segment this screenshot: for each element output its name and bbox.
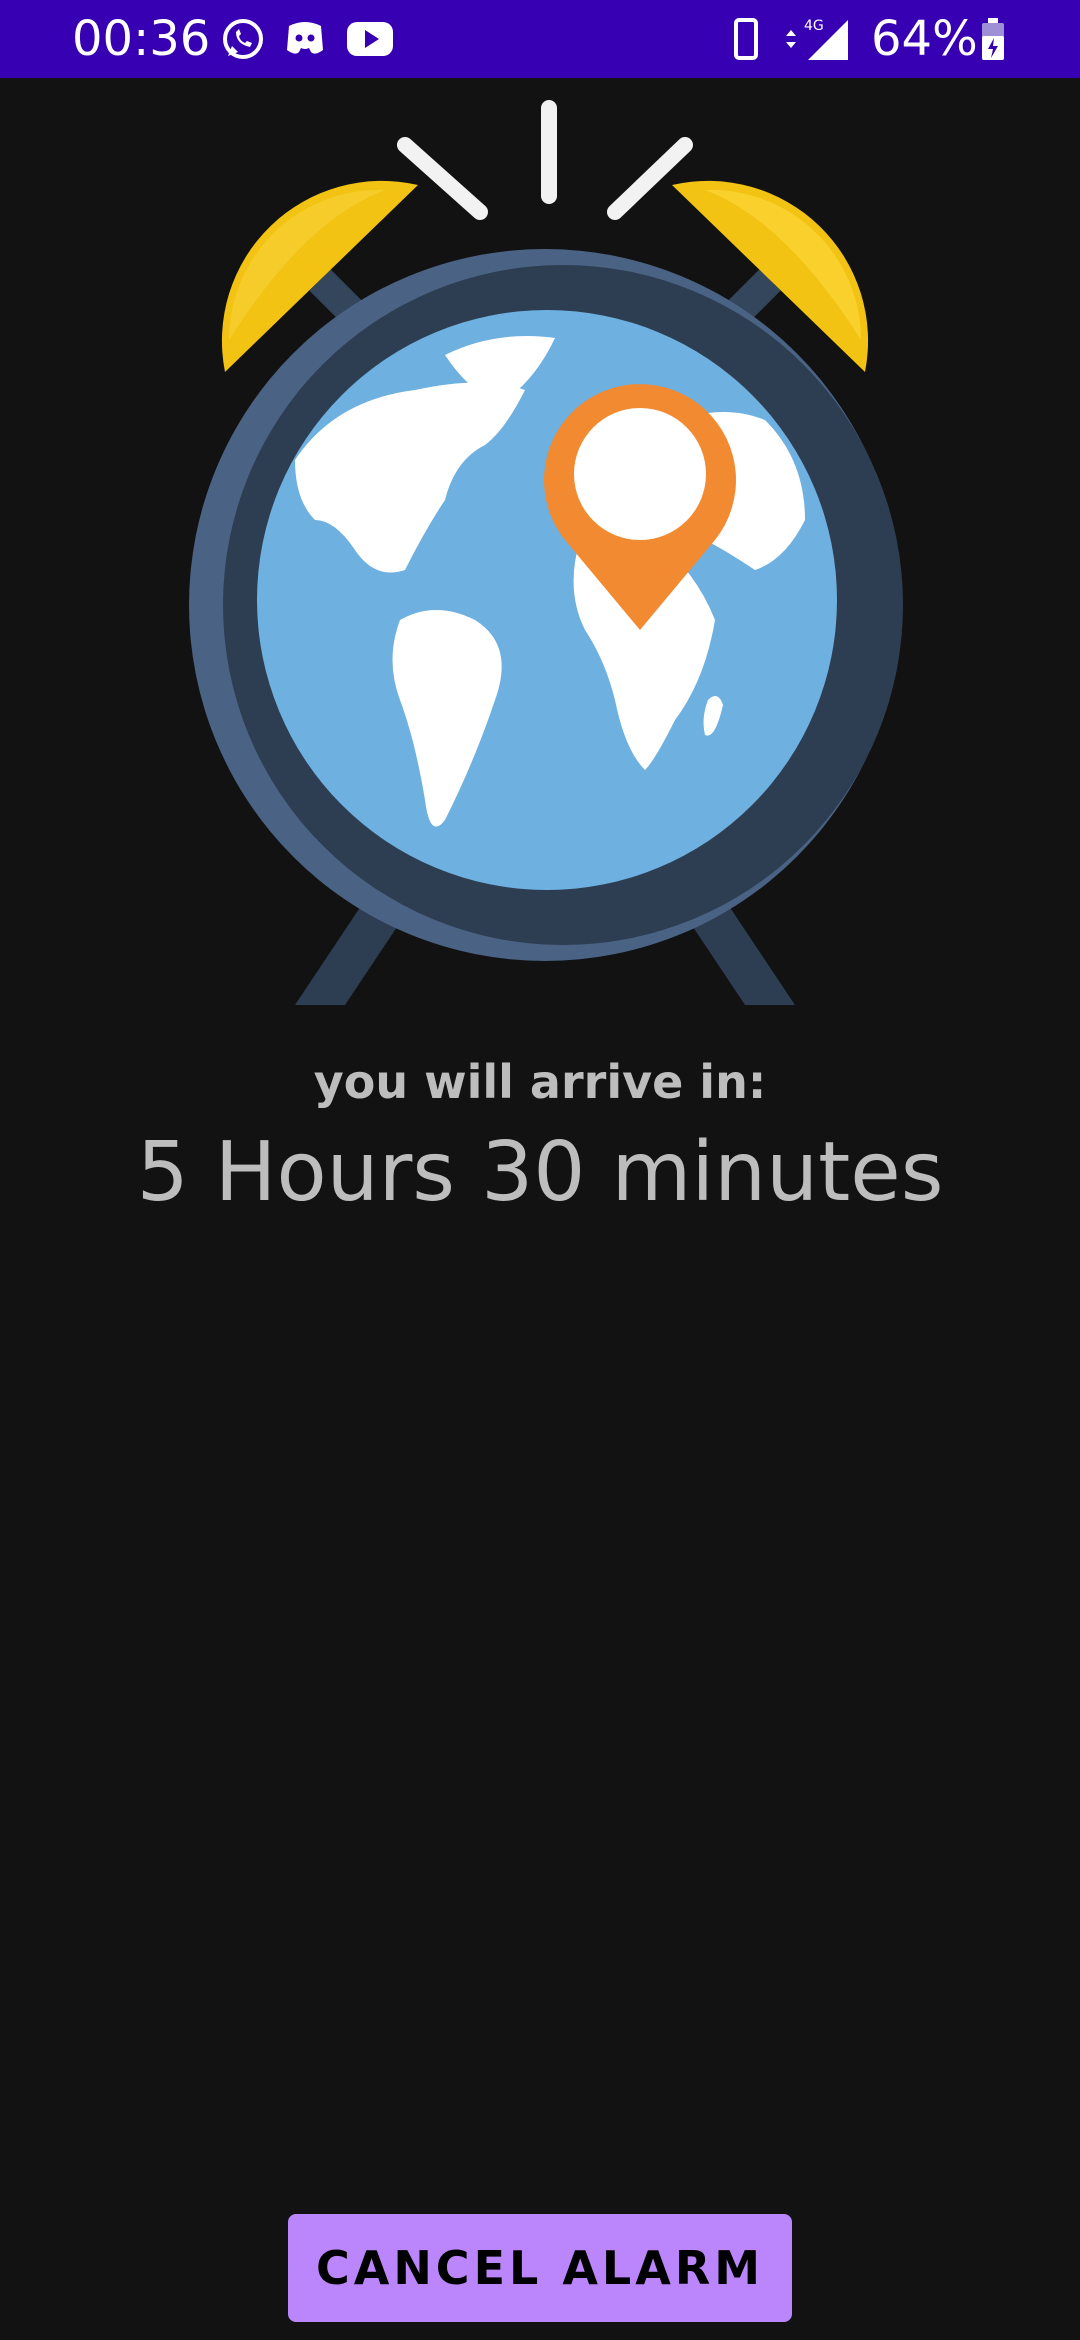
alarm-screen: 00:36 4G 64% you will arrive in: 5 Hours… (0, 0, 1080, 2340)
battery-charging-icon (982, 18, 1004, 60)
battery-percent: 64% (871, 11, 978, 67)
status-bar: 00:36 4G 64% (0, 0, 1080, 78)
arrival-time-value: 5 Hours 30 minutes (136, 1125, 944, 1220)
youtube-icon (347, 22, 393, 56)
cancel-alarm-button[interactable]: CANCEL ALARM (288, 2214, 792, 2322)
network-type: 4G (804, 18, 824, 34)
phone-icon (734, 18, 758, 60)
discord-icon (287, 22, 323, 54)
alarm-clock-globe-icon (189, 100, 903, 1005)
arrival-label: you will arrive in: (313, 1055, 767, 1109)
whatsapp-icon (223, 19, 263, 59)
signal-4g-icon: 4G (786, 18, 848, 60)
status-time: 00:36 (72, 11, 211, 67)
